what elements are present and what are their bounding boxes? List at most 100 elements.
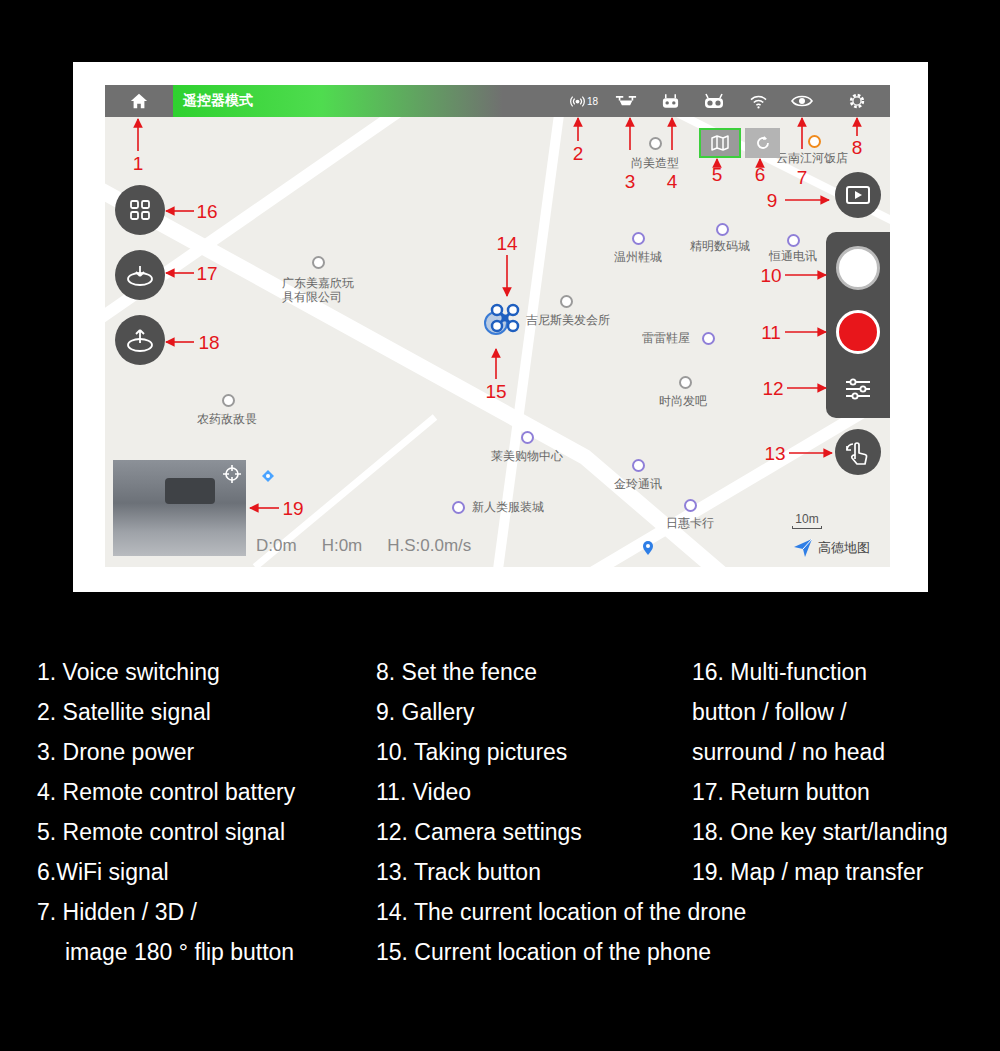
map-pin[interactable] [452,501,465,514]
callout-arrow [785,199,829,201]
map-place-label: 温州鞋城 [614,250,662,264]
legend-line: 13. Track button [376,852,692,892]
map-place-label: 精明数码城 [690,239,750,253]
legend-line: 10. Taking pictures [376,732,692,772]
callout-number: 12 [762,379,783,398]
legend-item: 9. Gallery [376,692,692,732]
map-pin[interactable] [787,234,800,247]
legend-line: 18. One key start/landing [692,812,1000,852]
map-pin[interactable] [560,295,573,308]
screenshot-frame: 遥控器模式18 尚美造型云南江河饭店广东美嘉欣玩具有限公司温州鞋城精明数码城恒通… [73,62,928,592]
record-video-button[interactable] [836,310,880,354]
gallery-button[interactable] [835,172,881,218]
multi-function-button[interactable] [115,185,165,235]
callout-arrow [856,118,858,136]
callout-layer: 12345678910111213141516171819 [0,0,1000,1051]
navigation-arrow-icon [792,537,814,559]
map-pin[interactable] [716,223,729,236]
gear-icon [848,92,866,110]
drone-location-icon [489,302,521,334]
return-button[interactable] [115,250,165,300]
sliders-icon [844,378,872,400]
callout-number: 9 [767,191,778,210]
camera-settings-button[interactable] [844,378,872,400]
takeoff-icon [125,327,155,353]
eye-icon[interactable] [791,94,813,108]
road [665,117,890,227]
legend-item: 6.WiFi signal [37,852,376,892]
map-pin[interactable] [632,232,645,245]
wifi-cell [736,85,780,117]
map-pin[interactable] [222,394,235,407]
legend-line: image 180 ° flip button [37,932,376,972]
crosshair-icon[interactable] [222,464,242,484]
legend-item: 10. Taking pictures [376,732,692,772]
callout-arrow [801,118,803,149]
legend-item: 11. Video [376,772,692,812]
map-place-label: 农药敌敌畏 [197,412,257,426]
map-pin[interactable] [632,459,645,472]
map-icon [710,135,730,151]
legend-item: 4. Remote control battery [37,772,376,812]
callout-arrow [759,159,761,164]
gear-icon [848,92,866,110]
map-pin[interactable] [521,431,534,444]
callout-arrow [166,272,194,274]
track-button[interactable] [835,429,881,475]
legend-item: 16. Multi-functionbutton / follow /surro… [692,652,1000,772]
legend-line: 11. Video [376,772,692,812]
map-pin[interactable] [312,256,325,269]
map-pin[interactable] [808,135,821,148]
legend-item: 12. Camera settings [376,812,692,852]
take-photo-button[interactable] [836,246,880,290]
map-layer-button[interactable] [699,128,741,158]
map-view[interactable]: 尚美造型云南江河饭店广东美嘉欣玩具有限公司温州鞋城精明数码城恒通电讯吉尼斯美发会… [105,117,890,567]
eye-cell[interactable] [780,85,824,117]
voice-switch-button[interactable] [105,85,173,117]
camera-feed-thumbnail[interactable] [113,460,246,556]
map-pin[interactable] [649,137,662,150]
map-pin[interactable] [679,376,692,389]
drone-battery-icon [615,94,637,109]
map-place-label: 尚美造型 [631,156,679,170]
legend-item: 17. Return button [692,772,1000,812]
home-icon [130,92,148,110]
hand-touch-icon [843,437,873,467]
callout-number: 7 [797,168,808,187]
map-place-label: 吉尼斯美发会所 [526,313,610,327]
legend-line: 14. The current location of the drone [376,892,1000,932]
sliders-icon [844,378,872,400]
callout-arrow [716,159,718,164]
eye-icon[interactable] [791,94,813,108]
map-pin[interactable] [684,499,697,512]
map-layer-button[interactable] [745,128,780,158]
app-screen: 遥控器模式18 尚美造型云南江河饭店广东美嘉欣玩具有限公司温州鞋城精明数码城恒通… [105,85,890,567]
legend-line: 8. Set the fence [376,652,692,692]
callout-arrow [671,118,673,150]
callout-number: 5 [712,165,723,184]
map-pin[interactable] [702,332,715,345]
map-place-label: 日惠卡行 [666,516,714,530]
map-place-label: 雷雷鞋屋 [642,331,690,345]
callout-arrow [577,118,579,141]
map-icon [710,135,730,151]
location-pin-icon [642,540,654,556]
callout-number: 18 [198,333,219,352]
legend-line: button / follow / [692,692,1000,732]
callout-arrow [166,210,194,212]
compass-diamond-icon [261,469,275,483]
legend-item: 14. The current location of the drone [376,892,1000,932]
refresh-icon [754,134,772,152]
gallery-icon [845,184,871,206]
callout-arrows [0,0,1000,1051]
takeoff-landing-button[interactable] [115,315,165,365]
callout-number: 13 [764,444,785,463]
legend-line: 19. Map / map transfer [692,852,1000,892]
callout-arrow [506,255,508,296]
callout-arrow [250,507,279,509]
callout-arrow [785,331,826,333]
return-home-icon [125,262,155,288]
fence-settings-button[interactable] [835,85,879,117]
mode-label-text: 遥控器模式 [183,92,253,110]
crosshair-icon[interactable] [222,464,242,484]
